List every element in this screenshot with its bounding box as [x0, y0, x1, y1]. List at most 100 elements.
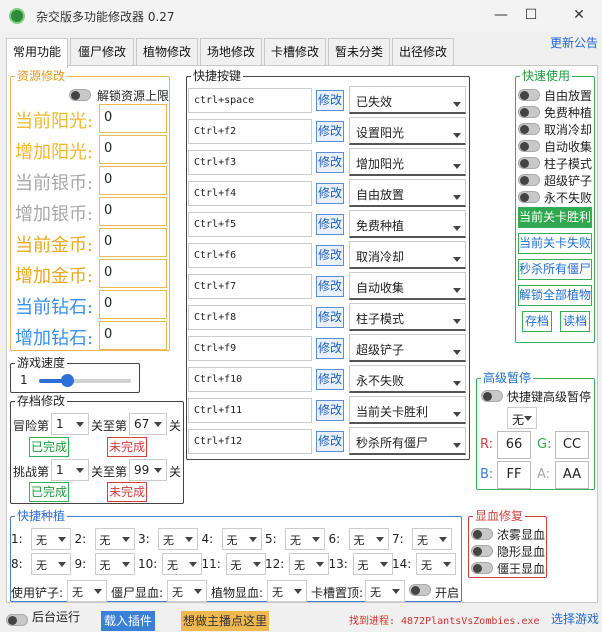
plant-slot-select[interactable]: 无	[285, 528, 325, 550]
hotkey-input[interactable]: Ctrl+f2	[188, 119, 312, 144]
tab-path[interactable]: 出径修改	[392, 38, 454, 66]
resource-input[interactable]: 0	[99, 228, 167, 257]
color-g-input[interactable]: CC	[555, 431, 589, 459]
hotkey-input[interactable]: ctrl+space	[188, 88, 312, 113]
plant-slot-select[interactable]: 无	[158, 528, 198, 550]
hotkey-modify-button[interactable]: 修改	[316, 431, 344, 452]
challenge-not-done-button[interactable]: 未完成	[107, 482, 147, 502]
hotkey-action-select[interactable]: 秒杀所有僵尸	[349, 427, 466, 455]
quick-toggle[interactable]	[518, 157, 540, 169]
plant-blood-select[interactable]: 无	[267, 580, 307, 602]
pause-key-select[interactable]: 无	[507, 407, 537, 429]
quick-toggle[interactable]	[518, 106, 540, 118]
streamer-button[interactable]: 想做主播点这里	[181, 611, 269, 631]
hotkey-modify-button[interactable]: 修改	[316, 245, 344, 266]
resource-input[interactable]: 0	[99, 197, 167, 226]
hotkey-input[interactable]: Ctrl+f8	[188, 305, 312, 330]
plant-slot-select[interactable]: 无	[31, 553, 71, 575]
hotkey-modify-button[interactable]: 修改	[316, 369, 344, 390]
tab-slot[interactable]: 卡槽修改	[264, 38, 326, 66]
level-lose-button[interactable]: 当前关卡失败	[518, 233, 592, 254]
challenge-done-button[interactable]: 已完成	[29, 482, 69, 502]
zombie-blood-select[interactable]: 无	[167, 580, 207, 602]
tab-field[interactable]: 场地修改	[200, 38, 262, 66]
hotkey-action-select[interactable]: 免费种植	[349, 210, 466, 238]
hotkey-action-select[interactable]: 超级铲子	[349, 334, 466, 362]
resource-input[interactable]: 0	[99, 321, 167, 350]
plant-slot-select[interactable]: 无	[94, 528, 135, 550]
plant-slot-select[interactable]: 无	[225, 553, 266, 575]
resource-input[interactable]: 0	[99, 259, 167, 288]
resource-input[interactable]: 0	[99, 166, 167, 195]
hotkey-modify-button[interactable]: 修改	[316, 214, 344, 235]
quick-toggle[interactable]	[518, 191, 540, 203]
select-game-link[interactable]: 选择游戏	[551, 610, 599, 627]
challenge-level-select[interactable]: 99	[129, 459, 167, 481]
hotkey-input[interactable]: Ctrl+f3	[188, 150, 312, 175]
hotkey-modify-button[interactable]: 修改	[316, 400, 344, 421]
hotkey-input[interactable]: Ctrl+f5	[188, 212, 312, 237]
hotkey-input[interactable]: Ctrl+f12	[188, 429, 312, 454]
hotkey-action-select[interactable]: 柱子模式	[349, 303, 466, 331]
hotkey-action-select[interactable]: 自动收集	[349, 272, 466, 300]
plant-slot-select[interactable]: 无	[416, 553, 456, 575]
hotkey-input[interactable]: Ctrl+f6	[188, 243, 312, 268]
maximize-button[interactable]: ☐	[516, 4, 546, 26]
plant-slot-select[interactable]: 无	[352, 553, 393, 575]
hotkey-action-select[interactable]: 自由放置	[349, 179, 466, 207]
adventure-not-done-button[interactable]: 未完成	[107, 437, 147, 457]
color-r-input[interactable]: 66	[497, 431, 531, 459]
hotkey-action-select[interactable]: 取消冷却	[349, 241, 466, 269]
blood-toggle[interactable]	[471, 562, 493, 574]
plant-slot-select[interactable]: 无	[94, 553, 135, 575]
hotkey-modify-button[interactable]: 修改	[316, 307, 344, 328]
speed-slider[interactable]	[39, 374, 131, 387]
plant-slot-select[interactable]: 无	[412, 528, 452, 550]
color-a-input[interactable]: AA	[555, 461, 589, 489]
hotkey-modify-button[interactable]: 修改	[316, 183, 344, 204]
resource-input[interactable]: 0	[99, 135, 167, 164]
slot-top-select[interactable]: 无	[365, 580, 405, 602]
background-run-toggle[interactable]	[6, 614, 28, 626]
unlock-resource-toggle[interactable]	[69, 89, 91, 101]
hotkey-modify-button[interactable]: 修改	[316, 90, 344, 111]
adventure-number-select[interactable]: 1	[51, 413, 89, 435]
kill-zombies-button[interactable]: 秒杀所有僵尸	[518, 259, 592, 280]
plant-slot-select[interactable]: 无	[162, 553, 202, 575]
adventure-level-select[interactable]: 67	[129, 413, 167, 435]
hotkey-input[interactable]: Ctrl+f4	[188, 181, 312, 206]
speed-slider-thumb[interactable]	[60, 374, 74, 387]
hotkey-action-select[interactable]: 已失效	[349, 86, 466, 114]
pause-hotkey-toggle[interactable]	[481, 390, 503, 402]
quick-toggle[interactable]	[518, 123, 540, 135]
hotkey-input[interactable]: Ctrl+f10	[188, 367, 312, 392]
blood-toggle[interactable]	[471, 545, 493, 557]
hotkey-action-select[interactable]: 设置阳光	[349, 117, 466, 145]
load-game-button[interactable]: 读档	[560, 311, 590, 332]
adventure-done-button[interactable]: 已完成	[29, 437, 69, 457]
hotkey-input[interactable]: Ctrl+f7	[188, 274, 312, 299]
hotkey-action-select[interactable]: 当前关卡胜利	[349, 396, 466, 424]
hotkey-modify-button[interactable]: 修改	[316, 338, 344, 359]
plant-open-toggle[interactable]	[409, 584, 431, 596]
blood-toggle[interactable]	[471, 528, 493, 540]
hotkey-input[interactable]: Ctrl+f9	[188, 336, 312, 361]
color-b-input[interactable]: FF	[497, 461, 531, 489]
challenge-number-select[interactable]: 1	[51, 459, 89, 481]
tab-unsorted[interactable]: 暂未分类	[328, 38, 390, 66]
quick-toggle[interactable]	[518, 89, 540, 101]
plant-slot-select[interactable]: 无	[31, 528, 71, 550]
shovel-select[interactable]: 无	[67, 580, 107, 602]
plant-slot-select[interactable]: 无	[289, 553, 329, 575]
plant-slot-select[interactable]: 无	[221, 528, 262, 550]
load-plugin-button[interactable]: 载入插件	[101, 611, 155, 631]
resource-input[interactable]: 0	[99, 290, 167, 319]
plant-slot-select[interactable]: 无	[348, 528, 389, 550]
hotkey-modify-button[interactable]: 修改	[316, 152, 344, 173]
hotkey-modify-button[interactable]: 修改	[316, 121, 344, 142]
quick-toggle[interactable]	[518, 174, 540, 186]
tab-plant[interactable]: 植物修改	[136, 38, 198, 66]
quick-toggle[interactable]	[518, 140, 540, 152]
hotkey-modify-button[interactable]: 修改	[316, 276, 344, 297]
resource-input[interactable]: 0	[99, 104, 167, 133]
